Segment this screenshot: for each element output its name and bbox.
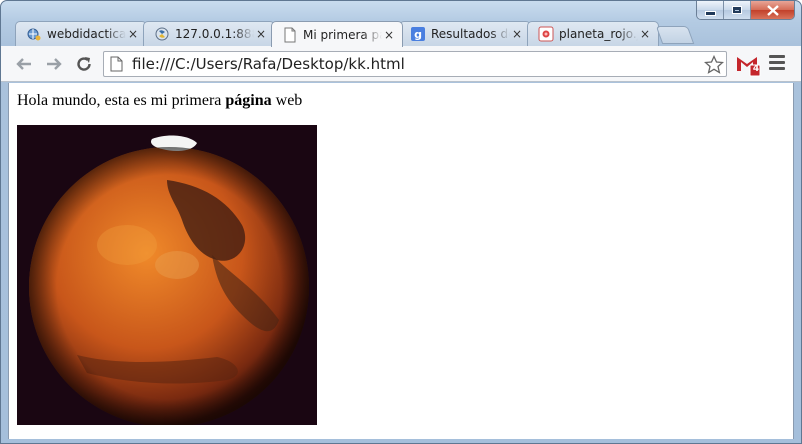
page-icon	[110, 56, 128, 72]
paragraph-text-end: web	[271, 92, 303, 109]
tab-close-icon[interactable]: ×	[382, 28, 396, 42]
page-viewport: Hola mundo, esta es mi primera página we…	[8, 83, 794, 439]
image-icon	[538, 26, 554, 42]
page-paragraph: Hola mundo, esta es mi primera página we…	[17, 92, 302, 110]
browser-window: webdidacticar × 127.0.0.1:8888 × Mi prim…	[0, 0, 802, 444]
forward-button[interactable]	[43, 53, 65, 75]
tab-label: 127.0.0.1:8888	[175, 27, 254, 41]
tab-label: Resultados de	[431, 27, 510, 41]
mars-planet-image	[17, 125, 317, 425]
tab-label: Mi primera pá	[303, 27, 382, 42]
python-icon	[154, 26, 170, 42]
star-icon	[704, 54, 724, 74]
window-controls	[696, 1, 795, 20]
gmail-badge-count: 4	[752, 64, 760, 74]
tab-planeta-rojo[interactable]: planeta_rojo.jp ×	[527, 21, 659, 46]
close-icon	[766, 4, 779, 16]
maximize-button[interactable]	[724, 1, 751, 19]
page-icon	[282, 27, 298, 43]
address-bar[interactable]	[103, 51, 727, 77]
bookmark-star-button[interactable]	[702, 54, 726, 74]
url-input[interactable]	[128, 55, 702, 73]
paragraph-text: Hola mundo, esta es mi primera	[17, 92, 226, 109]
new-tab-button[interactable]	[655, 26, 695, 44]
tab-localhost[interactable]: 127.0.0.1:8888 ×	[143, 21, 275, 46]
maximize-icon	[732, 6, 742, 14]
arrow-left-icon	[16, 58, 31, 70]
gmail-extension-button[interactable]: 4	[735, 53, 761, 77]
globe-network-icon	[26, 26, 42, 42]
minimize-icon	[704, 10, 716, 16]
reload-button[interactable]	[73, 53, 95, 75]
tab-close-icon[interactable]: ×	[510, 27, 524, 41]
back-button[interactable]	[13, 53, 35, 75]
tab-label: planeta_rojo.jp	[559, 27, 638, 41]
tab-close-icon[interactable]: ×	[638, 27, 652, 41]
hamburger-menu-icon	[769, 55, 785, 70]
reload-icon	[77, 57, 91, 71]
svg-text:g: g	[414, 28, 422, 41]
tab-close-icon[interactable]: ×	[126, 27, 140, 41]
arrow-right-icon	[47, 58, 62, 70]
minimize-button[interactable]	[697, 1, 724, 19]
tab-close-icon[interactable]: ×	[254, 27, 268, 41]
close-window-button[interactable]	[751, 1, 794, 19]
tab-resultados[interactable]: g Resultados de ×	[399, 21, 531, 46]
chrome-menu-button[interactable]	[769, 55, 785, 71]
paragraph-bold-text: página	[225, 92, 272, 109]
tab-label: webdidacticar	[47, 27, 126, 41]
google-icon: g	[410, 26, 426, 42]
tab-mi-primera-pagina[interactable]: Mi primera pá ×	[271, 21, 403, 47]
toolbar: 4	[1, 46, 801, 82]
tab-webdidactica[interactable]: webdidacticar ×	[15, 21, 147, 46]
tab-strip: webdidacticar × 127.0.0.1:8888 × Mi prim…	[9, 21, 709, 47]
